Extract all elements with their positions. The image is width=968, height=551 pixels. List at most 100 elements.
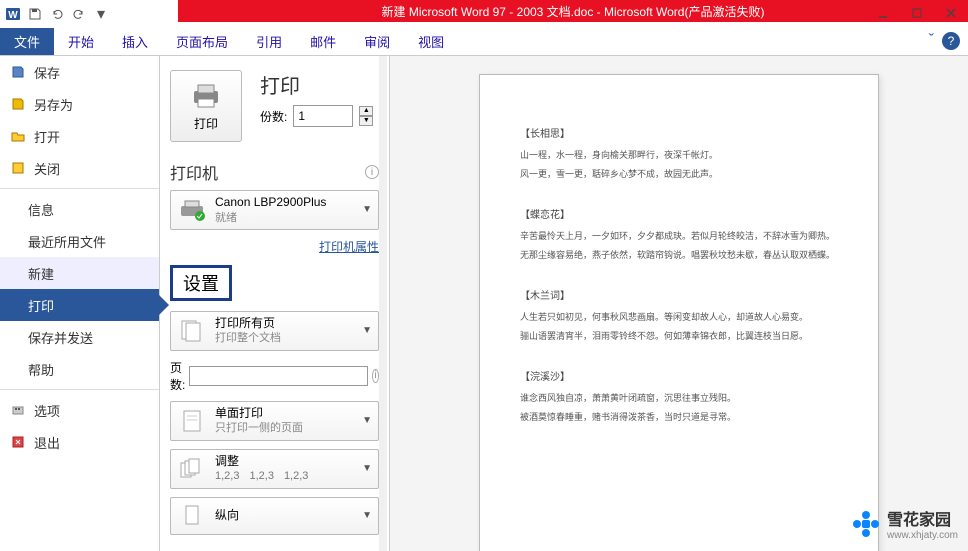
tab-layout[interactable]: 页面布局 bbox=[162, 28, 242, 55]
print-range-selector[interactable]: 打印所有页 打印整个文档 ▼ bbox=[170, 311, 379, 351]
watermark-sub: www.xhjaty.com bbox=[887, 530, 958, 541]
print-button-label: 打印 bbox=[194, 115, 218, 132]
printer-properties-link[interactable]: 打印机属性 bbox=[170, 238, 379, 255]
orientation-label: 纵向 bbox=[215, 508, 354, 524]
doc-line: 人生若只如初见，何事秋风悲画扇。等闲变却故人心，却道故人心易变。 bbox=[520, 310, 838, 323]
printer-selector[interactable]: Canon LBP2900Plus 就绪 ▼ bbox=[170, 190, 379, 230]
duplex-sub: 只打印一侧的页面 bbox=[215, 421, 354, 435]
doc-heading: 【浣溪沙】 bbox=[520, 368, 838, 383]
collate-seg: 1,2,3 bbox=[249, 469, 273, 483]
tab-home[interactable]: 开始 bbox=[54, 28, 108, 55]
sidebar-item-save[interactable]: 保存 bbox=[0, 56, 159, 88]
portrait-icon bbox=[177, 502, 207, 530]
close-button[interactable] bbox=[942, 4, 960, 22]
printer-status: 就绪 bbox=[215, 211, 354, 225]
tab-reference[interactable]: 引用 bbox=[242, 28, 296, 55]
sidebar-item-new[interactable]: 新建 bbox=[0, 257, 159, 289]
quick-access-toolbar: W ▾ bbox=[0, 5, 110, 23]
print-preview: 【长相思】 山一程，水一程，身向榆关那畔行，夜深千帐灯。 风一更，雪一更，聒碎乡… bbox=[390, 56, 968, 551]
titlebar: W ▾ 新建 Microsoft Word 97 - 2003 文档.doc -… bbox=[0, 0, 968, 28]
exit-icon bbox=[10, 434, 26, 450]
print-title: 打印 bbox=[260, 70, 373, 99]
ribbon-tabs: 文件 开始 插入 页面布局 引用 邮件 审阅 视图 ˇ ? bbox=[0, 28, 968, 56]
collate-seg: 1,2,3 bbox=[284, 469, 308, 483]
collate-seg: 1,2,3 bbox=[215, 469, 239, 483]
window-title: 新建 Microsoft Word 97 - 2003 文档.doc - Mic… bbox=[382, 3, 765, 20]
collate-selector[interactable]: 调整 1,2,3 1,2,3 1,2,3 ▼ bbox=[170, 449, 379, 489]
tab-insert[interactable]: 插入 bbox=[108, 28, 162, 55]
sidebar-label: 保存 bbox=[34, 63, 60, 82]
doc-line: 辛苦最怜天上月，一夕如环，夕夕都成玦。若似月轮终皎洁，不辞冰雪为卿热。 bbox=[520, 229, 838, 242]
save-icon bbox=[10, 64, 26, 80]
options-icon bbox=[10, 402, 26, 418]
copies-label: 份数: bbox=[260, 108, 287, 125]
doc-line: 骊山语罢清宵半，泪雨零铃终不怨。何如薄幸锦衣郎，比翼连枝当日愿。 bbox=[520, 329, 838, 342]
pages-input[interactable] bbox=[189, 366, 368, 386]
duplex-label: 单面打印 bbox=[215, 406, 354, 422]
chevron-down-icon: ▼ bbox=[362, 325, 372, 336]
close-icon bbox=[10, 160, 26, 176]
tab-review[interactable]: 审阅 bbox=[350, 28, 404, 55]
sidebar-item-info[interactable]: 信息 bbox=[0, 193, 159, 225]
sidebar-item-options[interactable]: 选项 bbox=[0, 394, 159, 426]
orientation-selector[interactable]: 纵向 ▼ bbox=[170, 497, 379, 535]
save-icon[interactable] bbox=[26, 5, 44, 23]
restore-button[interactable] bbox=[908, 4, 926, 22]
preview-page: 【长相思】 山一程，水一程，身向榆关那畔行，夜深千帐灯。 风一更，雪一更，聒碎乡… bbox=[479, 74, 879, 551]
print-button[interactable]: 打印 bbox=[170, 70, 242, 142]
doc-line: 风一更，雪一更，聒碎乡心梦不成，故园无此声。 bbox=[520, 167, 838, 180]
help-icon[interactable]: ? bbox=[942, 32, 960, 50]
single-page-icon bbox=[177, 407, 207, 435]
print-range-sub: 打印整个文档 bbox=[215, 331, 354, 345]
sidebar-item-saveas[interactable]: 另存为 bbox=[0, 88, 159, 120]
sidebar-item-close[interactable]: 关闭 bbox=[0, 152, 159, 184]
printer-section-title: 打印机 bbox=[170, 160, 218, 184]
copies-spinner[interactable]: ▲▼ bbox=[359, 106, 373, 126]
tab-file[interactable]: 文件 bbox=[0, 28, 54, 55]
chevron-down-icon: ▼ bbox=[362, 415, 372, 426]
chevron-down-icon: ▼ bbox=[362, 204, 372, 215]
duplex-selector[interactable]: 单面打印 只打印一侧的页面 ▼ bbox=[170, 401, 379, 441]
ribbon-min-icon[interactable]: ˇ bbox=[929, 32, 934, 50]
doc-heading: 【蝶恋花】 bbox=[520, 206, 838, 221]
watermark: 雪花家园 www.xhjaty.com bbox=[851, 506, 958, 541]
svg-text:W: W bbox=[8, 10, 18, 21]
file-menu-sidebar: 保存 另存为 打开 关闭 信息 最近所用文件 新建 打印 保存并发送 帮助 选项… bbox=[0, 56, 160, 551]
doc-heading: 【木兰词】 bbox=[520, 287, 838, 302]
printer-icon bbox=[188, 81, 224, 111]
word-app-icon[interactable]: W bbox=[4, 5, 22, 23]
pages-icon bbox=[177, 317, 207, 345]
window-controls bbox=[874, 4, 960, 22]
tab-mail[interactable]: 邮件 bbox=[296, 28, 350, 55]
printer-device-icon bbox=[177, 196, 207, 224]
chevron-down-icon: ▼ bbox=[362, 463, 372, 474]
backstage-view: 保存 另存为 打开 关闭 信息 最近所用文件 新建 打印 保存并发送 帮助 选项… bbox=[0, 56, 968, 551]
pages-label: 页数: bbox=[170, 359, 185, 393]
info-icon[interactable]: i bbox=[372, 369, 379, 383]
chevron-down-icon: ▼ bbox=[362, 510, 372, 521]
scrollbar[interactable] bbox=[379, 56, 387, 551]
sidebar-item-recent[interactable]: 最近所用文件 bbox=[0, 225, 159, 257]
doc-heading: 【长相思】 bbox=[520, 125, 838, 140]
watermark-text: 雪花家园 bbox=[887, 506, 958, 530]
sidebar-item-print[interactable]: 打印 bbox=[0, 289, 159, 321]
sidebar-item-savesend[interactable]: 保存并发送 bbox=[0, 321, 159, 353]
sidebar-item-open[interactable]: 打开 bbox=[0, 120, 159, 152]
copies-input[interactable] bbox=[293, 105, 353, 127]
undo-icon[interactable] bbox=[48, 5, 66, 23]
tab-view[interactable]: 视图 bbox=[404, 28, 458, 55]
qat-dropdown-icon[interactable]: ▾ bbox=[92, 5, 110, 23]
redo-icon[interactable] bbox=[70, 5, 88, 23]
info-icon[interactable]: i bbox=[365, 165, 379, 179]
sidebar-item-help[interactable]: 帮助 bbox=[0, 353, 159, 385]
sidebar-label: 退出 bbox=[34, 433, 60, 452]
collate-icon bbox=[177, 455, 207, 483]
title-red-bar: 新建 Microsoft Word 97 - 2003 文档.doc - Mic… bbox=[178, 0, 968, 22]
doc-line: 山一程，水一程，身向榆关那畔行，夜深千帐灯。 bbox=[520, 148, 838, 161]
sidebar-label: 另存为 bbox=[34, 95, 73, 114]
watermark-logo-icon bbox=[851, 509, 881, 539]
sidebar-label: 选项 bbox=[34, 401, 60, 420]
minimize-button[interactable] bbox=[874, 4, 892, 22]
sidebar-item-exit[interactable]: 退出 bbox=[0, 426, 159, 458]
doc-line: 被酒莫惊春睡重，赌书消得泼茶香，当时只道是寻常。 bbox=[520, 410, 838, 423]
